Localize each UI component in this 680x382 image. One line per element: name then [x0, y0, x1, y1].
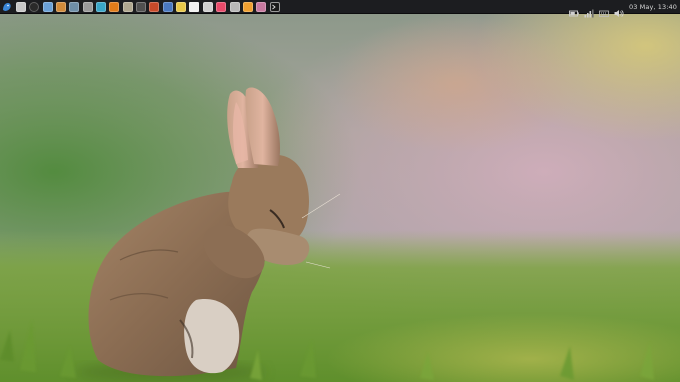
desktop: 03 May, 13:40 [0, 0, 680, 382]
terminal-icon[interactable] [269, 1, 280, 12]
app-menu-icon[interactable] [2, 2, 12, 12]
media-player-icon[interactable] [82, 1, 93, 12]
web-browser-icon[interactable] [216, 1, 227, 12]
messenger-icon[interactable] [96, 1, 107, 12]
package-manager-icon[interactable] [242, 1, 253, 12]
file-manager-icon[interactable] [16, 1, 26, 12]
office-suite-icon[interactable] [202, 1, 213, 12]
image-editor-icon[interactable] [56, 1, 67, 12]
browser-icon[interactable] [149, 1, 160, 12]
screenshot-icon[interactable] [69, 1, 80, 12]
battery-icon[interactable] [569, 3, 579, 16]
system-monitor-icon[interactable] [29, 1, 40, 12]
archive-manager-icon[interactable] [122, 1, 133, 12]
notes-icon[interactable] [176, 1, 187, 12]
top-panel: 03 May, 13:40 [0, 0, 680, 17]
clock[interactable]: 03 May, 13:40 [629, 3, 680, 11]
graphics-icon[interactable] [256, 1, 267, 12]
keyboard-icon[interactable] [599, 3, 609, 17]
wallpaper [0, 0, 680, 382]
email-icon[interactable] [162, 1, 173, 12]
system-tray: 03 May, 13:40 [569, 0, 680, 17]
text-editor-icon[interactable] [229, 1, 240, 12]
photo-viewer-icon[interactable] [42, 1, 53, 12]
camera-icon[interactable] [136, 1, 147, 12]
launcher-bar [0, 0, 283, 14]
volume-icon[interactable] [614, 3, 624, 17]
vlc-icon[interactable] [109, 1, 120, 12]
signal-icon[interactable] [584, 3, 594, 17]
document-icon[interactable] [189, 1, 200, 12]
